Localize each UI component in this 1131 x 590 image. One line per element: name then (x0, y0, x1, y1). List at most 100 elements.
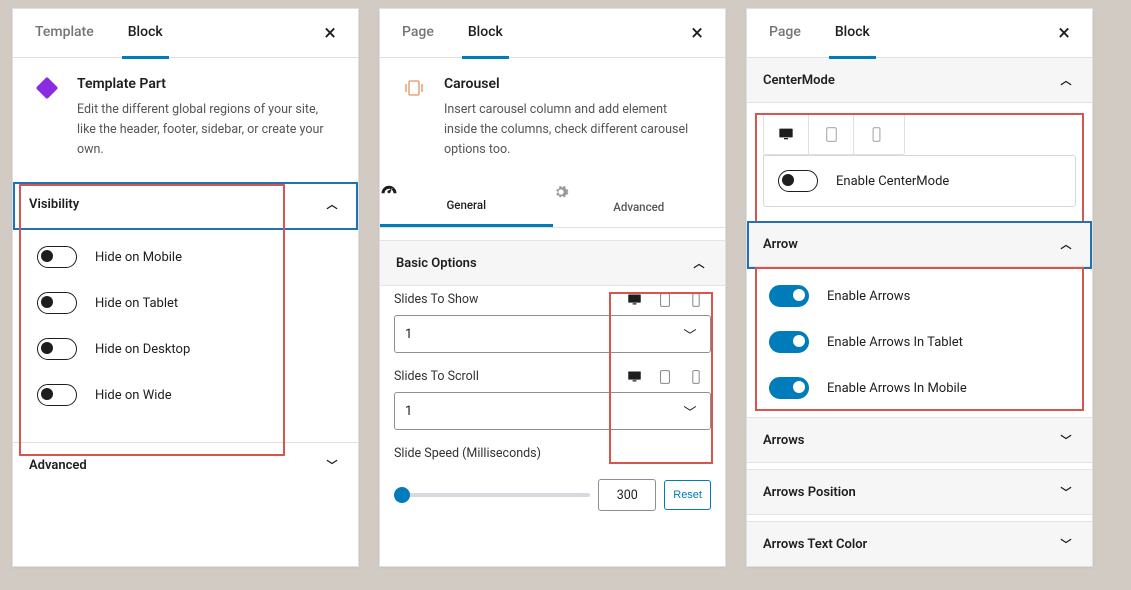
slide-speed-input[interactable]: 300 (598, 479, 656, 511)
block-title: Carousel Insert carousel column and add … (380, 58, 725, 170)
toggle-enable-arrows-tablet[interactable]: Enable Arrows In Tablet (755, 319, 1084, 365)
mobile-icon[interactable] (854, 114, 898, 154)
desktop-icon[interactable] (764, 114, 809, 154)
subtabs: General Advanced (380, 172, 725, 228)
arrow-body: Enable Arrows Enable Arrows In Tablet En… (747, 267, 1092, 417)
block-title: Template Part Edit the different global … (13, 58, 358, 182)
chevron-up-icon: ︿ (689, 255, 709, 271)
desktop-icon[interactable] (627, 370, 647, 383)
tabs: Template Block × (13, 9, 358, 58)
tablet-icon[interactable] (659, 370, 679, 384)
close-icon[interactable]: × (1052, 15, 1076, 52)
field-slides-to-scroll: Slides To Scroll 1 ﹀ (380, 363, 725, 440)
section-arrows-text-color[interactable]: Arrows Text Color ﹀ (747, 521, 1092, 566)
toggle-label: Enable Arrows In Tablet (827, 335, 963, 350)
chevron-down-icon: ﹀ (1056, 484, 1076, 500)
tab-block[interactable]: Block (462, 8, 509, 59)
toggle-hide-mobile[interactable]: Hide on Mobile (23, 234, 348, 280)
toggle-enable-centermode[interactable]: Enable CenterMode (778, 170, 1061, 192)
section-label: CenterMode (763, 73, 1056, 88)
toggle-label: Hide on Mobile (95, 250, 182, 265)
toggle-label: Hide on Wide (95, 388, 172, 403)
section-arrows-position[interactable]: Arrows Position ﹀ (747, 469, 1092, 515)
chevron-up-icon: ︿ (1056, 72, 1076, 88)
chevron-up-icon: ︿ (1056, 236, 1076, 252)
gear-icon (553, 184, 726, 200)
panel-template-block: Template Block × Template Part Edit the … (12, 8, 359, 567)
toggle-label: Enable Arrows (827, 289, 910, 304)
select-value: 1 (405, 404, 412, 419)
slider-thumb[interactable] (394, 487, 410, 503)
section-arrow[interactable]: Arrow ︿ (747, 221, 1092, 267)
section-label: Arrows Text Color (763, 537, 1056, 552)
tab-page[interactable]: Page (763, 8, 807, 59)
mobile-icon[interactable] (691, 293, 711, 307)
toggle-hide-desktop[interactable]: Hide on Desktop (23, 326, 348, 372)
template-part-icon (35, 76, 59, 100)
responsive-device-row (627, 370, 711, 384)
section-label: Arrow (763, 237, 1056, 252)
centermode-body: Enable CenterMode (763, 113, 1076, 207)
field-label: Slides To Scroll (394, 369, 627, 384)
section-label: Arrows (763, 433, 1056, 448)
subtab-general[interactable]: General (380, 172, 553, 227)
toggle-hide-tablet[interactable]: Hide on Tablet (23, 280, 348, 326)
field-slide-speed: Slide Speed (Milliseconds) (380, 440, 725, 479)
visibility-body: Hide on Mobile Hide on Tablet Hide on De… (13, 226, 358, 442)
section-advanced-label: Advanced (29, 458, 322, 473)
block-desc: Edit the different global regions of you… (77, 100, 336, 160)
reset-button[interactable]: Reset (664, 480, 711, 510)
toggle-enable-arrows-mobile[interactable]: Enable Arrows In Mobile (755, 365, 1084, 411)
toggle-label: Enable CenterMode (836, 174, 949, 189)
section-visibility-label: Visibility (29, 197, 322, 212)
chevron-down-icon: ﹀ (1056, 432, 1076, 448)
chevron-up-icon: ︿ (322, 196, 342, 212)
subtab-advanced[interactable]: Advanced (553, 172, 726, 227)
tab-block[interactable]: Block (122, 8, 169, 59)
toggle-label: Hide on Desktop (95, 342, 190, 357)
block-name: Carousel (444, 76, 703, 92)
tablet-icon[interactable] (809, 114, 854, 154)
panel-carousel: Page Block × Carousel Insert carousel co… (379, 8, 726, 567)
responsive-device-row (627, 293, 711, 307)
chevron-down-icon: ﹀ (680, 325, 700, 344)
panel-arrow-settings: Page Block × CenterMode ︿ Enable CenterM… (746, 8, 1093, 567)
speedometer-icon (380, 184, 553, 198)
select-value: 1 (405, 327, 412, 342)
select-slides-to-show[interactable]: 1 ﹀ (394, 315, 711, 353)
section-label: Basic Options (396, 256, 689, 271)
block-name: Template Part (77, 76, 336, 92)
close-icon[interactable]: × (318, 15, 342, 52)
section-centermode[interactable]: CenterMode ︿ (747, 58, 1092, 103)
slider-slide-speed: 300 Reset (380, 479, 725, 525)
subtab-label: General (380, 198, 553, 212)
section-label: Arrows Position (763, 485, 1056, 500)
mobile-icon[interactable] (691, 370, 711, 384)
block-desc: Insert carousel column and add element i… (444, 100, 703, 160)
toggle-label: Enable Arrows In Mobile (827, 381, 967, 396)
toggle-hide-wide[interactable]: Hide on Wide (23, 372, 348, 418)
field-label: Slide Speed (Milliseconds) (394, 446, 711, 461)
chevron-down-icon: ﹀ (680, 402, 700, 421)
toggle-enable-arrows[interactable]: Enable Arrows (755, 273, 1084, 319)
tabs: Page Block × (380, 9, 725, 58)
section-visibility[interactable]: Visibility ︿ (13, 182, 358, 226)
slider-track[interactable] (394, 493, 590, 497)
tab-template[interactable]: Template (29, 8, 100, 59)
field-label: Slides To Show (394, 292, 627, 307)
toggle-label: Hide on Tablet (95, 296, 178, 311)
close-icon[interactable]: × (685, 15, 709, 52)
tablet-icon[interactable] (659, 293, 679, 307)
desktop-icon[interactable] (627, 293, 647, 306)
section-basic-options[interactable]: Basic Options ︿ (380, 240, 725, 286)
select-slides-to-scroll[interactable]: 1 ﹀ (394, 392, 711, 430)
tab-page[interactable]: Page (396, 8, 440, 59)
field-slides-to-show: Slides To Show 1 ﹀ (380, 286, 725, 363)
device-tabs (763, 113, 905, 155)
tabs: Page Block × (747, 9, 1092, 58)
tab-block[interactable]: Block (829, 8, 876, 59)
section-advanced[interactable]: Advanced ﹀ (13, 442, 358, 487)
carousel-icon (402, 76, 426, 100)
section-arrows[interactable]: Arrows ﹀ (747, 417, 1092, 463)
chevron-down-icon: ﹀ (1056, 536, 1076, 552)
